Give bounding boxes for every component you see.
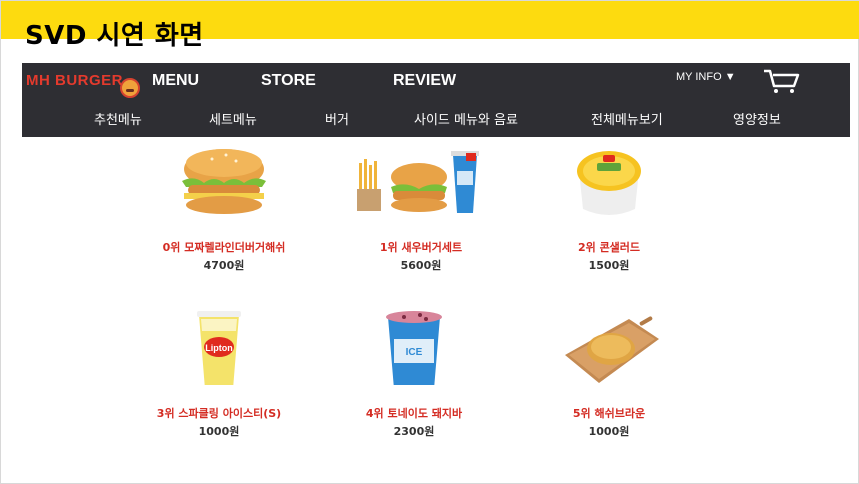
product-name: 4위 토네이도 돼지바 <box>365 407 463 420</box>
submenu-all-menu[interactable]: 전체메뉴보기 <box>591 109 663 128</box>
product-price: 1500원 <box>588 259 630 272</box>
product-name: 3위 스파클링 아이스티(S) <box>156 407 282 420</box>
submenu-recommended[interactable]: 추천메뉴 <box>94 109 142 128</box>
nav-menu[interactable]: MENU <box>152 72 199 90</box>
product-name: 0위 모짜렐라인더버거해쉬 <box>162 241 286 254</box>
product-card[interactable]: 2위 콘샐러드 1500원 <box>519 141 699 276</box>
svg-text:Lipton: Lipton <box>205 343 233 353</box>
nav-review[interactable]: REVIEW <box>393 72 456 90</box>
burger-set-icon <box>357 151 479 213</box>
site-navbar: MH BURGER MENU STORE REVIEW MY INFO ▼ 추천… <box>22 63 850 137</box>
product-price: 1000원 <box>198 425 240 438</box>
product-card[interactable]: 0위 모짜렐라인더버거해쉬 4700원 <box>134 141 314 276</box>
hashbrown-icon <box>565 316 659 383</box>
logo-burger-icon <box>120 78 140 98</box>
my-info-dropdown[interactable]: MY INFO ▼ <box>676 71 736 83</box>
product-price: 2300원 <box>393 425 435 438</box>
product-price: 4700원 <box>203 259 245 272</box>
cart-icon[interactable] <box>762 67 802 95</box>
submenu-side-drink[interactable]: 사이드 메뉴와 음료 <box>414 109 518 128</box>
submenu-burger[interactable]: 버거 <box>325 109 349 128</box>
product-price: 1000원 <box>588 425 630 438</box>
slide-title: SVD 시연 화면 <box>25 21 204 51</box>
nav-store[interactable]: STORE <box>261 72 316 90</box>
burger-icon <box>182 149 266 214</box>
product-name: 2위 콘샐러드 <box>577 241 641 254</box>
iced-tea-icon: Lipton <box>197 311 241 385</box>
tornado-icon: ICE <box>386 311 442 385</box>
product-price: 5600원 <box>400 259 442 272</box>
submenu-nutrition[interactable]: 영양정보 <box>733 109 781 128</box>
product-name: 5위 해쉬브라운 <box>572 407 646 420</box>
product-name: 1위 새우버거세트 <box>379 241 463 254</box>
svg-text:ICE: ICE <box>406 347 423 358</box>
site-logo[interactable]: MH BURGER <box>26 72 140 98</box>
logo-text: MH BURGER <box>26 72 123 89</box>
product-card[interactable]: 5위 해쉬브라운 1000원 <box>519 309 699 444</box>
product-card[interactable]: Lipton 3위 스파클링 아이스티(S) 1000원 <box>129 309 309 444</box>
product-card[interactable]: ICE 4위 토네이도 돼지바 2300원 <box>324 309 504 444</box>
product-card[interactable]: 1위 새우버거세트 5600원 <box>331 141 511 276</box>
corn-salad-icon <box>577 151 641 215</box>
submenu-set[interactable]: 세트메뉴 <box>209 109 257 128</box>
